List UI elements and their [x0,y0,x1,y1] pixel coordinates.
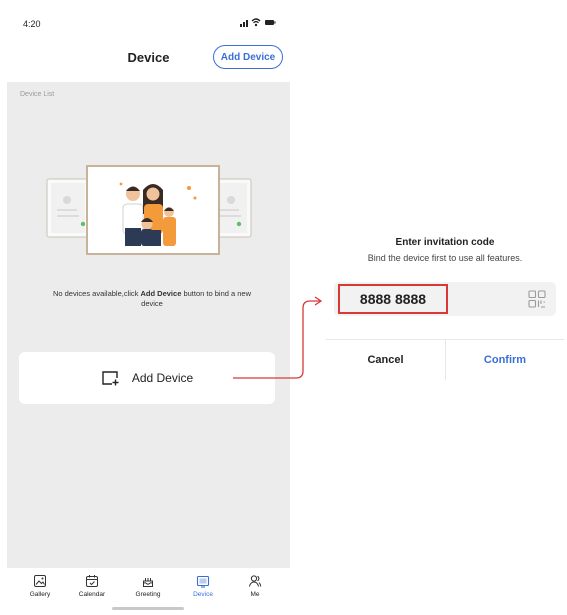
empty-state-message: No devices available,click Add Device bu… [52,289,252,308]
header: 4:20 Device Add Device [7,8,290,82]
gallery-icon [34,575,46,587]
tab-greeting[interactable]: Greeting [124,574,172,598]
confirm-button[interactable]: Confirm [446,340,564,380]
status-time: 4:20 [23,19,41,29]
wifi-icon [251,18,261,27]
invitation-dialog: Enter invitation code Bind the device fi… [326,222,564,380]
person-icon [249,575,262,587]
calendar-icon [86,575,98,587]
tab-calendar[interactable]: Calendar [68,574,116,598]
invitation-code-field[interactable]: 8888 8888 [334,282,556,316]
battery-icon [265,20,276,25]
empty-state-highlight: Add Device [140,289,182,298]
home-indicator [112,607,184,610]
add-screen-icon [102,371,119,386]
bottom-tab-bar: Gallery Calendar Greeting Device Me [7,568,290,612]
device-screen: 4:20 Device Add Device Device List No de… [7,8,290,612]
qr-code-icon[interactable] [528,290,546,308]
family-frame-illustration [46,165,252,255]
dialog-title: Enter invitation code [395,237,495,248]
tab-me[interactable]: Me [231,574,279,598]
add-device-card-label: Add Device [131,371,194,385]
screenshot-canvas: 4:20 Device Add Device Device List No de… [0,0,567,615]
invitation-code-value[interactable]: 8888 8888 [338,284,448,314]
cake-icon [143,578,153,587]
status-icons [240,18,276,27]
dialog-subtitle: Bind the device first to use all feature… [367,253,523,263]
device-list-label: Device List [20,91,55,98]
frame-icon [196,575,210,588]
add-device-card[interactable]: Add Device [19,352,275,404]
tab-device[interactable]: Device [179,574,227,598]
cancel-button[interactable]: Cancel [326,340,445,380]
add-device-button[interactable]: Add Device [213,45,283,69]
tab-gallery[interactable]: Gallery [16,574,64,598]
signal-icon [240,20,248,27]
